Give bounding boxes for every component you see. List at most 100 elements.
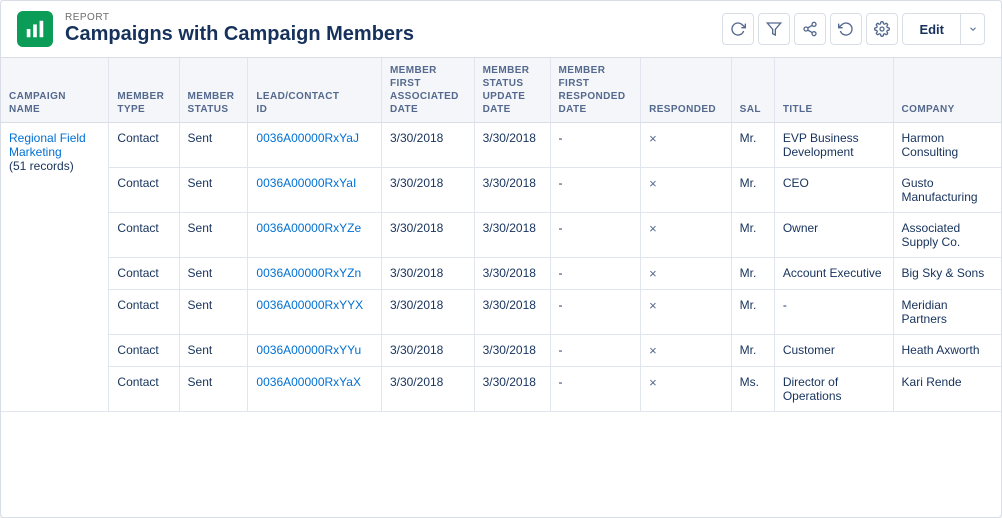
table-row: ContactSent0036A00000RxYZe3/30/20183/30/… [1,213,1001,258]
company-cell: Heath Axworth [893,335,1001,367]
responded-x-icon: × [649,343,657,358]
member-type-cell: Contact [109,335,179,367]
share-button[interactable] [794,13,826,45]
filter-icon [766,21,782,37]
status-update-date-cell: 3/30/2018 [474,258,550,290]
table-row: ContactSent0036A00000RxYYX3/30/20183/30/… [1,290,1001,335]
share-icon [802,21,818,37]
title-cell: Account Executive [774,258,893,290]
col-header-responded: RESPONDED [641,58,732,123]
lead-contact-id-cell[interactable]: 0036A00000RxYYX [248,290,382,335]
lead-contact-id-cell[interactable]: 0036A00000RxYZn [248,258,382,290]
first-assoc-date-cell: 3/30/2018 [381,335,474,367]
title-cell: - [774,290,893,335]
first-assoc-date-cell: 3/30/2018 [381,168,474,213]
lead-contact-id-cell[interactable]: 0036A00000RxYaI [248,168,382,213]
col-header-status-update-date: MEMBER STATUS UPDATE DATE [474,58,550,123]
first-responded-date-cell: - [550,168,641,213]
table-row: Regional Field Marketing(51 records)Cont… [1,123,1001,168]
status-update-date-cell: 3/30/2018 [474,123,550,168]
responded-cell: × [641,335,732,367]
sal-cell: Mr. [731,168,774,213]
responded-x-icon: × [649,221,657,236]
title-cell: Owner [774,213,893,258]
header-text-block: REPORT Campaigns with Campaign Members [65,12,722,46]
member-status-cell: Sent [179,367,248,412]
edit-button-group: Edit [902,13,985,45]
title-cell: EVP Business Development [774,123,893,168]
first-assoc-date-cell: 3/30/2018 [381,367,474,412]
chevron-down-icon [968,24,978,34]
member-status-cell: Sent [179,258,248,290]
responded-cell: × [641,123,732,168]
first-responded-date-cell: - [550,258,641,290]
campaign-name-link[interactable]: Regional Field Marketing(51 records) [9,131,86,173]
sal-cell: Mr. [731,290,774,335]
status-update-date-cell: 3/30/2018 [474,168,550,213]
member-type-cell: Contact [109,123,179,168]
company-cell: Associated Supply Co. [893,213,1001,258]
col-header-lead-contact: LEAD/CONTACTID [248,58,382,123]
campaign-name-cell[interactable]: Regional Field Marketing(51 records) [1,123,109,412]
title-cell: Customer [774,335,893,367]
table-row: ContactSent0036A00000RxYaX3/30/20183/30/… [1,367,1001,412]
company-cell: Kari Rende [893,367,1001,412]
first-assoc-date-cell: 3/30/2018 [381,290,474,335]
toolbar-actions: Edit [722,13,985,45]
responded-cell: × [641,367,732,412]
col-header-member-status: MEMBERSTATUS [179,58,248,123]
responded-cell: × [641,290,732,335]
sal-cell: Mr. [731,335,774,367]
company-cell: Meridian Partners [893,290,1001,335]
lead-contact-id-cell[interactable]: 0036A00000RxYZe [248,213,382,258]
title-cell: CEO [774,168,893,213]
sal-cell: Mr. [731,213,774,258]
lead-contact-id-cell[interactable]: 0036A00000RxYaJ [248,123,382,168]
table-row: ContactSent0036A00000RxYZn3/30/20183/30/… [1,258,1001,290]
first-responded-date-cell: - [550,290,641,335]
edit-dropdown-button[interactable] [961,13,985,45]
member-type-cell: Contact [109,168,179,213]
responded-cell: × [641,168,732,213]
member-type-cell: Contact [109,367,179,412]
header-row: CAMPAIGNNAME MEMBERTYPE MEMBERSTATUS LEA… [1,58,1001,123]
first-responded-date-cell: - [550,335,641,367]
settings-button[interactable] [866,13,898,45]
responded-x-icon: × [649,298,657,313]
status-update-date-cell: 3/30/2018 [474,367,550,412]
member-status-cell: Sent [179,213,248,258]
edit-button[interactable]: Edit [902,13,961,45]
member-type-cell: Contact [109,290,179,335]
first-assoc-date-cell: 3/30/2018 [381,258,474,290]
first-assoc-date-cell: 3/30/2018 [381,123,474,168]
first-responded-date-cell: - [550,123,641,168]
first-responded-date-cell: - [550,367,641,412]
app-window: REPORT Campaigns with Campaign Members [0,0,1002,518]
col-header-campaign-name: CAMPAIGNNAME [1,58,109,123]
member-status-cell: Sent [179,123,248,168]
status-update-date-cell: 3/30/2018 [474,213,550,258]
company-cell: Harmon Consulting [893,123,1001,168]
status-update-date-cell: 3/30/2018 [474,290,550,335]
reload-button[interactable] [830,13,862,45]
sal-cell: Mr. [731,123,774,168]
refresh-icon [730,21,746,37]
page-title: Campaigns with Campaign Members [65,23,722,46]
member-status-cell: Sent [179,335,248,367]
member-type-cell: Contact [109,213,179,258]
refresh-button[interactable] [722,13,754,45]
title-cell: Director of Operations [774,367,893,412]
table-header: CAMPAIGNNAME MEMBERTYPE MEMBERSTATUS LEA… [1,58,1001,123]
lead-contact-id-cell[interactable]: 0036A00000RxYYu [248,335,382,367]
table-row: ContactSent0036A00000RxYYu3/30/20183/30/… [1,335,1001,367]
col-header-first-responded-date: MEMBER FIRST RESPONDED DATE [550,58,641,123]
sal-cell: Ms. [731,367,774,412]
lead-contact-id-cell[interactable]: 0036A00000RxYaX [248,367,382,412]
bar-chart-icon [24,18,46,40]
status-update-date-cell: 3/30/2018 [474,335,550,367]
company-cell: Big Sky & Sons [893,258,1001,290]
col-header-title: TITLE [774,58,893,123]
filter-button[interactable] [758,13,790,45]
col-header-member-type: MEMBERTYPE [109,58,179,123]
col-header-first-assoc-date: MEMBER FIRST ASSOCIATED DATE [381,58,474,123]
